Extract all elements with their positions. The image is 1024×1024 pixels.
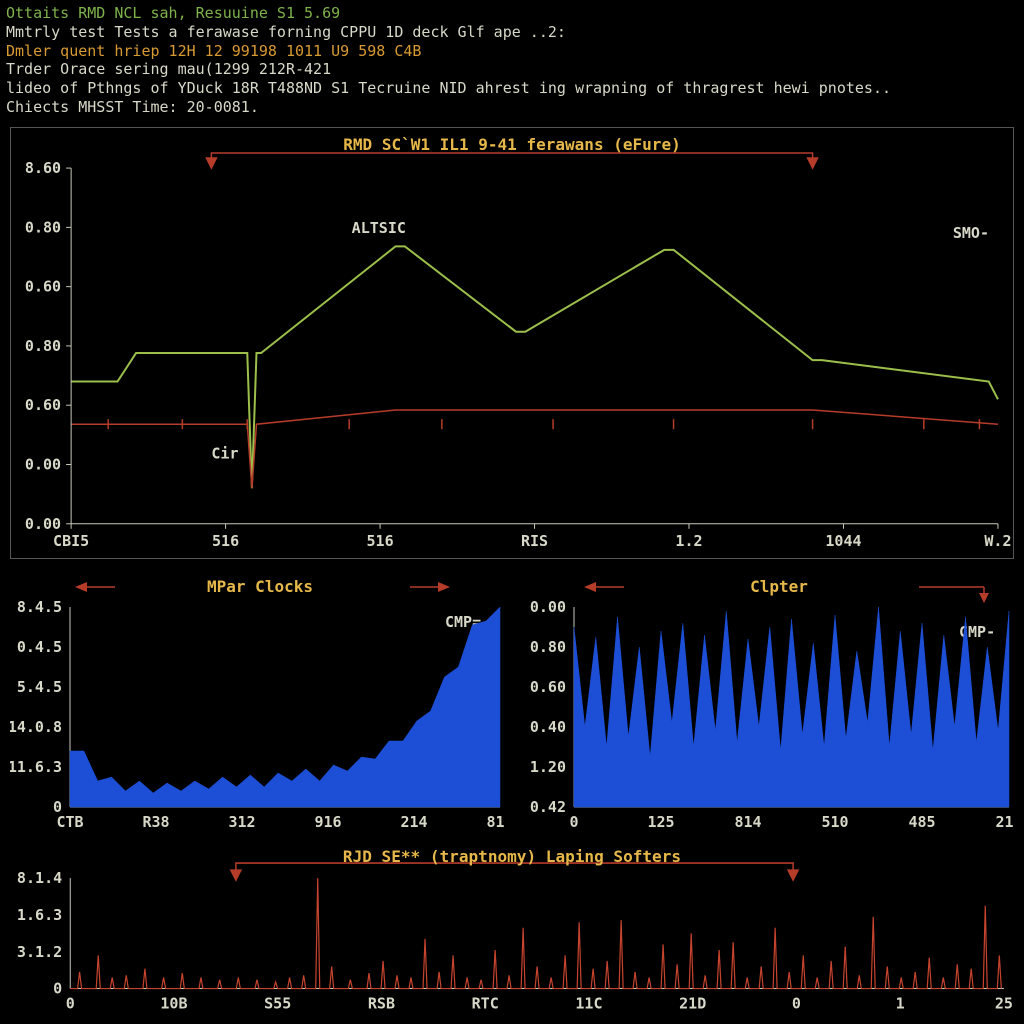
terminal-header: Ottaits RMD NCL sah, Resuuine S1 5.69 Mm…: [0, 0, 1024, 119]
header-line-3: Trder Orace sering mau(1299 212R-421: [6, 60, 1018, 79]
svg-text:W.2: W.2: [984, 531, 1011, 549]
chart-top-panel: RMD SC`W1 IL1 9-41 ferawans (eFure) 0.00…: [10, 127, 1014, 559]
chart-bottom-panel: RJD SE** (traptnomy) Laping Softers 0 3.1…: [10, 848, 1014, 1013]
svg-text:0.80: 0.80: [25, 218, 61, 236]
svg-text:1044: 1044: [825, 531, 861, 549]
chart-clpter-title: Clpter: [750, 577, 808, 596]
svg-text:0.60: 0.60: [25, 277, 61, 295]
legend-altsic: ALTSIC: [352, 219, 406, 237]
header-line-1: Mmtrly test Tests a ferawase forning CPP…: [6, 23, 1018, 42]
svg-text:5.4.5: 5.4.5: [17, 678, 62, 696]
svg-text:RTC: RTC: [472, 994, 499, 1012]
header-line-2: Dmler quent hriep 12H 12 99198 1011 U9 5…: [6, 42, 1018, 61]
chart-top-xticks: CBI5 516 516 RIS 1.2 1044 W.2: [53, 523, 1011, 549]
svg-text:814: 814: [734, 813, 761, 831]
svg-text:8.1.4: 8.1.4: [17, 869, 62, 887]
svg-text:0.00: 0.00: [530, 598, 566, 616]
chart-mpar-panel: MPar Clocks CMP= 011.6.314.0.85.4.50.4.5…: [10, 567, 505, 842]
svg-text:516: 516: [367, 531, 394, 549]
svg-text:10B: 10B: [160, 994, 187, 1012]
legend-cir: Cir: [211, 444, 238, 462]
svg-text:RSB: RSB: [368, 994, 395, 1012]
svg-text:0: 0: [792, 994, 801, 1012]
svg-text:1: 1: [896, 994, 905, 1012]
chart-mpar-xticks: CTB R38 312 916 214 816: [56, 813, 505, 831]
svg-text:0.60: 0.60: [25, 396, 61, 414]
svg-text:21D: 21D: [679, 994, 706, 1012]
chart-mpar-plot: [70, 607, 500, 807]
bracket-top: [206, 153, 817, 168]
chart-top-svg: RMD SC`W1 IL1 9-41 ferawans (eFure) 0.00…: [11, 128, 1013, 559]
chart-clpter-svg: Clpter CMP- 0.421.200.400.600.800.00 012…: [519, 567, 1014, 842]
svg-text:0.00: 0.00: [25, 455, 61, 473]
svg-text:11C: 11C: [575, 994, 602, 1012]
chart-row-middle: MPar Clocks CMP= 011.6.314.0.85.4.50.4.5…: [10, 567, 1014, 842]
svg-text:485: 485: [908, 813, 935, 831]
svg-text:214: 214: [400, 813, 427, 831]
chart-clpter-yticks: 0.42 1.20 0.40 0.60 0.80 0.00: [530, 598, 566, 816]
svg-text:25: 25: [995, 994, 1013, 1012]
header-line-0: Ottaits RMD NCL sah, Resuuine S1 5.69: [6, 4, 1018, 23]
svg-text:14.0.8: 14.0.8: [10, 718, 62, 736]
chart-clpter-xticks: 0 125 814 510 485 216: [569, 813, 1014, 831]
svg-text:RIS: RIS: [521, 531, 548, 549]
svg-text:1.2: 1.2: [675, 531, 702, 549]
svg-text:312: 312: [228, 813, 255, 831]
svg-text:S55: S55: [264, 994, 291, 1012]
svg-text:0: 0: [66, 994, 75, 1012]
svg-text:916: 916: [314, 813, 341, 831]
svg-text:8.4.5: 8.4.5: [17, 598, 62, 616]
legend-smo: SMO-: [953, 224, 989, 242]
chart-clpter-panel: Clpter CMP- 0.421.200.400.600.800.00 012…: [519, 567, 1014, 842]
chart-mpar-yticks: 011.6.314.0.85.4.50.4.58.4.5: [10, 598, 62, 816]
svg-text:0.60: 0.60: [530, 678, 566, 696]
chart-mpar-svg: MPar Clocks CMP= 011.6.314.0.85.4.50.4.5…: [10, 567, 505, 842]
chart-bottom-plot: [70, 878, 1001, 988]
svg-text:0: 0: [53, 979, 62, 997]
svg-text:0.00: 0.00: [25, 514, 61, 532]
chart-top-plot: [71, 246, 998, 488]
svg-text:R38: R38: [142, 813, 169, 831]
svg-text:510: 510: [821, 813, 848, 831]
chart-mpar-title: MPar Clocks: [207, 577, 313, 596]
svg-text:3.1.2: 3.1.2: [17, 942, 62, 960]
header-line-4: lideo of Pthngs of YDuck 18R T488ND S1 T…: [6, 79, 1018, 98]
svg-text:216: 216: [995, 813, 1014, 831]
chart-bottom-svg: RJD SE** (traptnomy) Laping Softers 0 3.1…: [10, 848, 1014, 1014]
svg-text:CBI5: CBI5: [53, 531, 89, 549]
svg-text:125: 125: [647, 813, 674, 831]
chart-clpter-plot: [574, 607, 1009, 807]
svg-text:1.20: 1.20: [530, 758, 566, 776]
chart-bottom-yticks: 0 3.1.2 1.6.3 8.1.4: [17, 869, 62, 997]
header-line-5: Chiects MHSST Time: 20-0081.: [6, 98, 1018, 117]
svg-text:CTB: CTB: [56, 813, 83, 831]
chart-top-yticks: 0.00 0.00 0.60 0.80 0.60 0.80 8.60: [25, 159, 71, 533]
svg-text:516: 516: [212, 531, 239, 549]
chart-bottom-title: RJD SE** (traptnomy) Laping Softers: [343, 848, 681, 866]
svg-text:0.40: 0.40: [530, 718, 566, 736]
svg-text:11.6.3: 11.6.3: [10, 758, 62, 776]
svg-text:0.4.5: 0.4.5: [17, 638, 62, 656]
svg-text:8.60: 8.60: [25, 159, 61, 177]
svg-text:0.80: 0.80: [25, 336, 61, 354]
chart-top-title: RMD SC`W1 IL1 9-41 ferawans (eFure): [343, 135, 680, 154]
svg-text:1.6.3: 1.6.3: [17, 905, 62, 923]
chart-bottom-xticks: 0 10B S55 RSB RTC 11C 21D 0 1 25: [66, 994, 1013, 1012]
svg-text:816: 816: [486, 813, 505, 831]
svg-text:0.42: 0.42: [530, 798, 566, 816]
svg-text:0: 0: [569, 813, 578, 831]
svg-text:0.80: 0.80: [530, 638, 566, 656]
